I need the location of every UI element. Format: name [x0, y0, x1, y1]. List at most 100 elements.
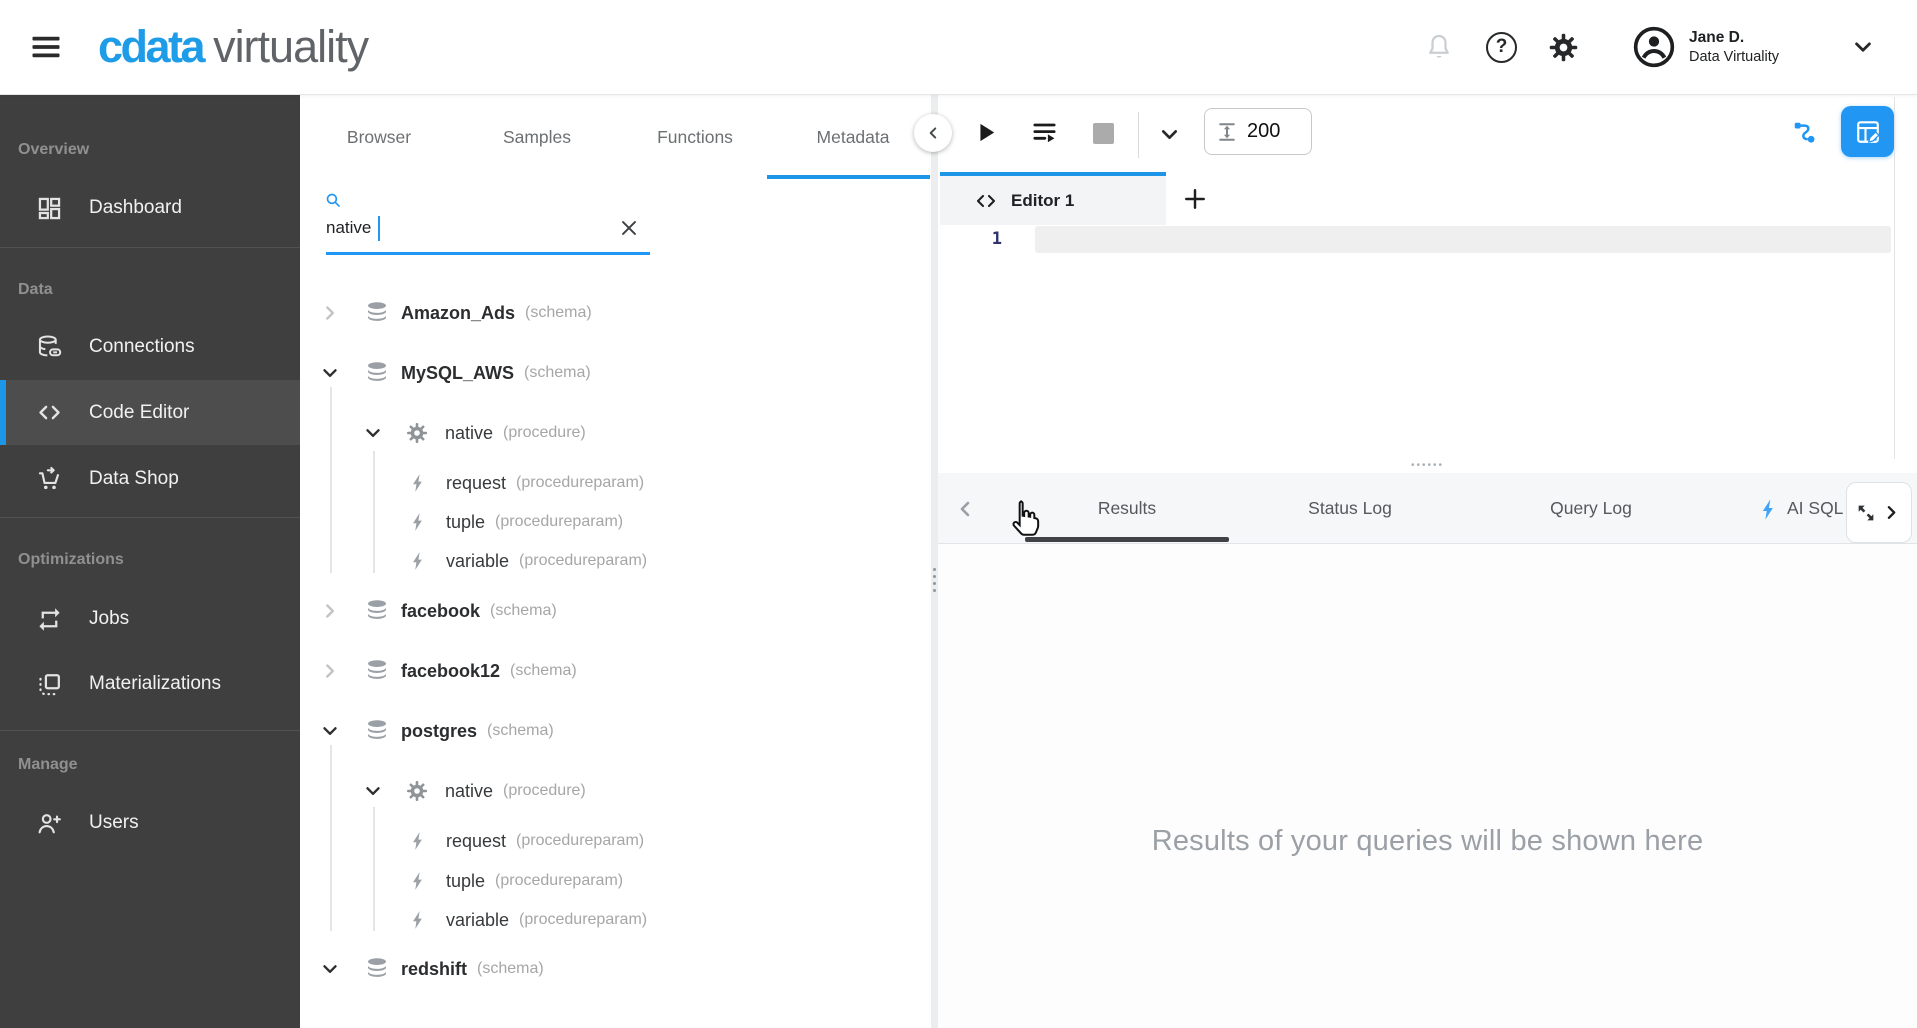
run-options-chevron-down-icon[interactable] [1156, 121, 1183, 148]
database-icon [364, 718, 390, 744]
sidebar-item-users[interactable]: Users [0, 790, 300, 856]
expand-panel-button[interactable] [1846, 482, 1912, 543]
tree-item-name[interactable]: tuple [446, 871, 485, 892]
tab-metadata[interactable]: Metadata [774, 95, 932, 179]
bolt-icon [407, 511, 429, 533]
sidebar-item-jobs[interactable]: Jobs [0, 586, 300, 652]
user-org: Data Virtuality [1689, 48, 1779, 65]
tab-results[interactable]: Results [1025, 473, 1229, 544]
data-lineage-icon[interactable] [1790, 118, 1820, 148]
sidebar-item-connections[interactable]: Connections [0, 314, 300, 380]
tree-item[interactable]: MySQL_AWS (schema) [300, 353, 932, 393]
tab-browser[interactable]: Browser [300, 95, 458, 179]
database-icon [364, 360, 390, 386]
tree-item[interactable]: facebook12 (schema) [300, 651, 932, 691]
tree-item[interactable]: facebook (schema) [300, 591, 932, 631]
tree-item-name[interactable]: tuple [446, 512, 485, 533]
bolt-icon [407, 870, 429, 892]
tree-item-type: (schema) [524, 364, 591, 381]
editor-scrollbar[interactable] [1894, 97, 1895, 459]
user-info[interactable]: Jane D. Data Virtuality [1689, 28, 1779, 66]
tree-item-name[interactable]: request [446, 473, 506, 494]
run-query-button[interactable] [972, 119, 999, 146]
tree-item[interactable]: request (procedureparam) [300, 821, 932, 861]
user-menu-chevron-down-icon[interactable] [1849, 33, 1877, 61]
tree-item[interactable]: request (procedureparam) [300, 463, 932, 503]
tree-item-name[interactable]: native [445, 423, 493, 444]
editor-tab-bar: Editor 1 [938, 172, 1917, 225]
sidebar-item-dashboard[interactable]: Dashboard [0, 175, 300, 241]
tree-item-name[interactable]: redshift [401, 959, 467, 980]
tree-item-type: (procedureparam) [516, 832, 645, 849]
tree-item-name[interactable]: facebook12 [401, 661, 500, 682]
user-name: Jane D. [1689, 29, 1745, 47]
sidebar-item-data-shop[interactable]: Data Shop [0, 446, 300, 512]
panel-divider-handle[interactable] [933, 568, 936, 596]
editor-current-line[interactable] [1035, 226, 1891, 253]
bolt-icon [407, 550, 429, 572]
tree-item-name[interactable]: postgres [401, 721, 477, 742]
tree-item-name[interactable]: variable [446, 551, 509, 572]
tree-item-name[interactable]: facebook [401, 601, 480, 622]
tree-item[interactable]: variable (procedureparam) [300, 541, 932, 581]
help-icon[interactable]: ? [1486, 31, 1517, 63]
sidebar-item-materializations[interactable]: Materializations [0, 651, 300, 717]
tab-query-log[interactable]: Query Log [1509, 473, 1673, 544]
settings-gear-icon[interactable] [1547, 31, 1580, 64]
tree-item[interactable]: tuple (procedureparam) [300, 861, 932, 901]
sidebar-item-label: Code Editor [89, 401, 190, 423]
tree-item[interactable]: Amazon_Ads (schema) [300, 293, 932, 333]
chevron-down-icon[interactable] [318, 719, 342, 743]
panel-divider[interactable] [931, 95, 938, 1028]
chevron-right-icon[interactable] [318, 599, 342, 623]
chevron-down-icon[interactable] [361, 421, 385, 445]
tree-item[interactable]: native (procedure) [300, 413, 932, 453]
notification-bell-icon[interactable] [1424, 32, 1454, 62]
tree-item[interactable]: native (procedure) [300, 771, 932, 811]
tab-editor-1[interactable]: Editor 1 [940, 172, 1166, 225]
sidebar-section-data: Data [18, 281, 53, 298]
tree-item-type: (procedureparam) [495, 513, 624, 530]
user-avatar-icon[interactable] [1632, 25, 1676, 69]
chevron-right-icon[interactable] [318, 301, 342, 325]
metadata-browser-panel: Browser Samples Functions Metadata Amazo… [300, 95, 932, 1028]
execution-plan-button[interactable] [1030, 118, 1059, 147]
tab-functions[interactable]: Functions [616, 95, 774, 179]
tree-item-name[interactable]: MySQL_AWS [401, 363, 514, 384]
tab-status-log[interactable]: Status Log [1268, 473, 1432, 544]
row-limit-control[interactable]: 200 [1204, 108, 1312, 155]
collapse-browser-panel-button[interactable] [914, 114, 952, 152]
chevron-down-icon[interactable] [318, 957, 342, 981]
new-editor-tab-plus-icon[interactable] [1181, 185, 1209, 213]
tree-item[interactable]: redshift (schema) [300, 949, 932, 989]
sidebar-item-code-editor[interactable]: Code Editor [0, 380, 300, 445]
tree-item[interactable]: tuple (procedureparam) [300, 502, 932, 542]
sql-editor-mode-button[interactable] [1841, 106, 1894, 157]
results-panel: Results Status Log Query Log AI SQL E Re… [938, 473, 1917, 1028]
tree-item[interactable]: postgres (schema) [300, 711, 932, 751]
sidebar-item-label: Connections [89, 336, 195, 357]
text-caret [378, 216, 380, 241]
bolt-icon [407, 472, 429, 494]
results-tab-bar: Results Status Log Query Log AI SQL E [938, 473, 1917, 544]
tree-item-name[interactable]: Amazon_Ads [401, 303, 515, 324]
hamburger-menu-icon[interactable] [28, 29, 64, 65]
chevron-down-icon[interactable] [361, 779, 385, 803]
active-results-tab-indicator [1025, 537, 1229, 542]
tree-item-name[interactable]: request [446, 831, 506, 852]
sidebar-divider [0, 517, 300, 518]
jobs-repeat-icon [36, 606, 63, 633]
search-input[interactable] [326, 213, 606, 243]
chevron-right-icon[interactable] [318, 659, 342, 683]
tree-item[interactable]: variable (procedureparam) [300, 900, 932, 940]
row-limit-icon [1215, 120, 1239, 144]
tree-item-name[interactable]: variable [446, 910, 509, 931]
chevron-down-icon[interactable] [318, 361, 342, 385]
tabs-scroll-left-chevron-icon[interactable] [952, 496, 978, 522]
stop-query-button[interactable] [1093, 123, 1114, 144]
horizontal-resize-handle[interactable]: •••••• [938, 455, 1917, 473]
tree-item-type: (schema) [525, 304, 592, 321]
tab-samples[interactable]: Samples [458, 95, 616, 179]
tree-item-name[interactable]: native [445, 781, 493, 802]
clear-search-x-icon[interactable] [618, 217, 640, 239]
